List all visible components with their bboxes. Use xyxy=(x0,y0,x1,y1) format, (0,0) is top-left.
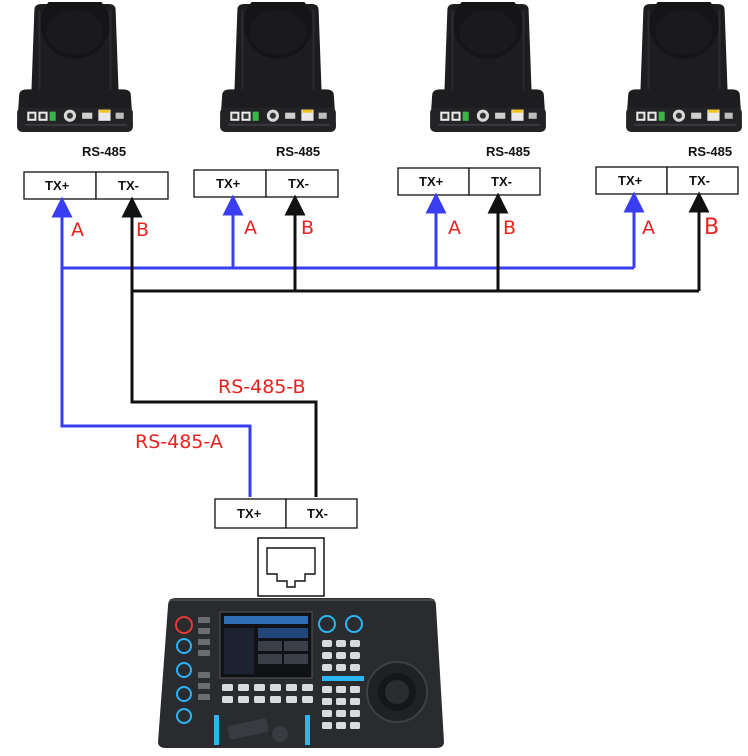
camera-2-tx-minus: TX- xyxy=(288,176,309,191)
camera-4-terminal: TX+ TX- xyxy=(595,166,739,195)
camera-2-b-label: B xyxy=(301,217,314,239)
camera-2-terminal: TX+ TX- xyxy=(193,169,339,198)
camera-1-terminal: TX+ TX- xyxy=(23,171,169,200)
rs485-wiring-diagram: RS-485 RS-485 RS-485 RS-485 TX+ TX- TX+ … xyxy=(16,2,743,748)
camera-2-tx-plus: TX+ xyxy=(216,176,241,191)
camera-1 xyxy=(16,2,134,134)
camera-1-tx-plus: TX+ xyxy=(45,178,70,193)
camera-4-port-label: RS-485 xyxy=(688,144,732,159)
camera-3-tx-minus: TX- xyxy=(491,174,512,189)
camera-2-a-label: A xyxy=(244,217,257,239)
ptz-camera-icon xyxy=(16,2,134,134)
camera-3-b-label: B xyxy=(503,217,516,239)
camera-3-tx-plus: TX+ xyxy=(419,174,444,189)
camera-1-b-label: B xyxy=(136,219,149,241)
camera-2-port-label: RS-485 xyxy=(276,144,320,159)
camera-2 xyxy=(219,2,337,134)
ptz-camera-icon xyxy=(625,2,743,134)
ptz-camera-icon xyxy=(219,2,337,134)
rs485-a-line-label: RS-485-A xyxy=(135,431,223,453)
camera-1-tx-minus: TX- xyxy=(118,178,139,193)
controller-tx-minus: TX- xyxy=(307,506,328,521)
camera-4 xyxy=(625,2,743,134)
camera-4-tx-minus: TX- xyxy=(689,173,710,188)
camera-1-a-label: A xyxy=(71,219,84,241)
controller-tx-plus: TX+ xyxy=(237,506,262,521)
camera-1-port-label: RS-485 xyxy=(82,144,126,159)
camera-4-tx-plus: TX+ xyxy=(618,173,643,188)
camera-3-port-label: RS-485 xyxy=(486,144,530,159)
ptz-keyboard-controller-icon: . xyxy=(158,598,444,748)
rj45-port-icon xyxy=(257,537,325,597)
camera-4-b-label: B xyxy=(704,215,719,240)
camera-4-a-label: A xyxy=(642,217,655,239)
ptz-camera-icon xyxy=(429,2,547,134)
controller-terminal: TX+ TX- xyxy=(214,498,358,529)
camera-3-a-label: A xyxy=(448,217,461,239)
camera-3 xyxy=(429,2,547,134)
camera-3-terminal: TX+ TX- xyxy=(397,167,541,196)
rs485-b-line-label: RS-485-B xyxy=(218,376,306,398)
svg-text:.: . xyxy=(384,737,385,741)
